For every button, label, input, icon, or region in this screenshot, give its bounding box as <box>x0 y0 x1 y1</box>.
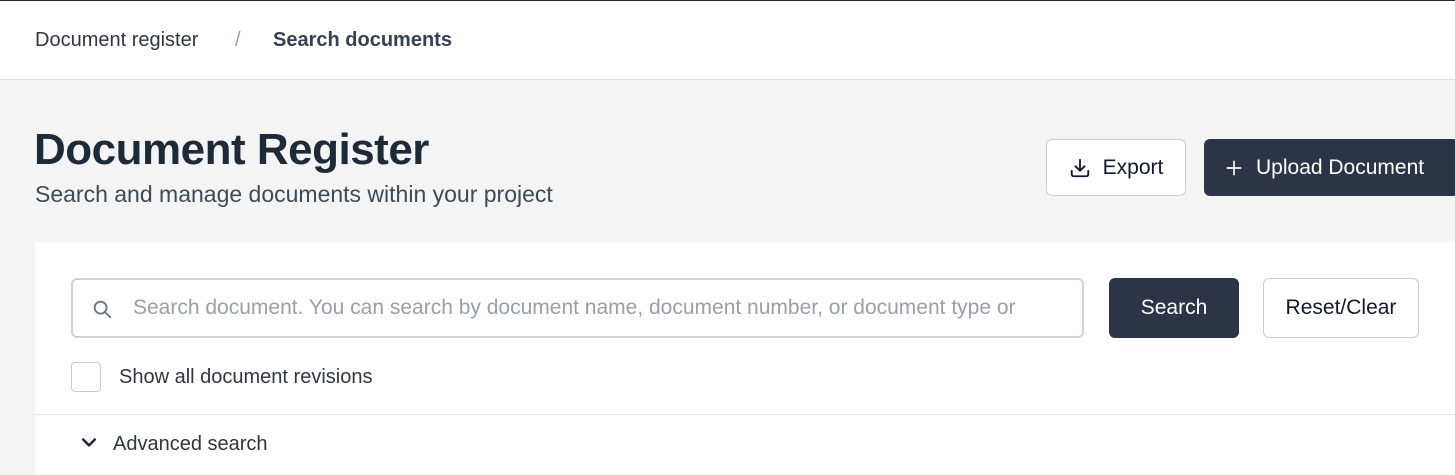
plus-icon <box>1224 158 1244 178</box>
breadcrumb-current: Search documents <box>273 29 452 51</box>
breadcrumb: Document register / Search documents <box>0 1 1455 80</box>
page-title: Document Register <box>34 125 429 174</box>
advanced-search-toggle[interactable]: Advanced search <box>79 431 268 457</box>
show-revisions-label[interactable]: Show all document revisions <box>119 364 372 390</box>
download-icon <box>1069 157 1091 179</box>
search-button[interactable]: Search <box>1109 278 1239 338</box>
export-label: Export <box>1102 155 1164 179</box>
breadcrumb-link-document-register[interactable]: Document register <box>35 27 198 53</box>
search-icon <box>91 298 113 325</box>
show-revisions-checkbox[interactable] <box>71 362 101 392</box>
divider <box>35 414 1455 415</box>
advanced-search-label: Advanced search <box>113 433 268 455</box>
search-input[interactable] <box>131 290 1071 326</box>
export-button[interactable]: Export <box>1046 139 1186 196</box>
upload-label: Upload Document <box>1256 155 1425 179</box>
search-panel: Search Reset/Clear Show all document rev… <box>35 242 1455 475</box>
upload-document-button[interactable]: Upload Document <box>1204 139 1455 196</box>
search-field[interactable] <box>71 278 1084 338</box>
chevron-down-icon <box>79 432 99 457</box>
breadcrumb-separator: / <box>235 29 241 51</box>
page-subtitle: Search and manage documents within your … <box>35 181 553 207</box>
reset-clear-button[interactable]: Reset/Clear <box>1263 278 1419 338</box>
